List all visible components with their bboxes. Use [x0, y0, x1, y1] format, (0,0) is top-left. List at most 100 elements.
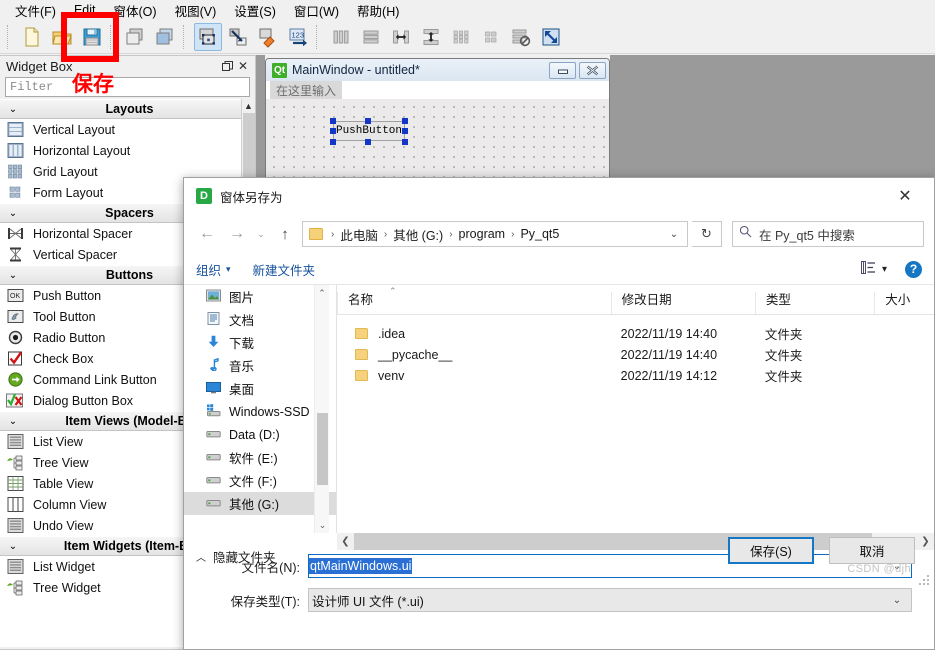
push-button-widget[interactable]: PushButton — [333, 121, 405, 141]
menu-item-help[interactable]: 帮助(H) — [348, 0, 408, 21]
resize-grip[interactable] — [919, 575, 930, 586]
hide-folders-toggle[interactable]: ︿ 隐藏文件夹 — [196, 547, 276, 566]
file-row[interactable]: __pycache__ 2022/11/19 14:40 文件夹 — [337, 344, 934, 365]
watermark: CSDN @djh — [847, 563, 911, 575]
resize-handle[interactable] — [365, 139, 371, 145]
view-options-button[interactable]: ▾ — [861, 261, 887, 277]
resize-handle[interactable] — [330, 118, 336, 124]
screen: 文件(F) Edit 窗体(O) 视图(V) 设置(S) 窗口(W) 帮助(H) — [0, 0, 935, 650]
desktop-background-left — [256, 55, 265, 183]
scrollbar-thumb[interactable] — [317, 413, 328, 485]
cancel-button[interactable]: 取消 — [829, 537, 915, 564]
organize-button[interactable]: 组织 — [196, 260, 221, 279]
widget-item-label: Vertical Spacer — [33, 247, 118, 262]
column-header-name[interactable]: 名称 — [337, 292, 611, 314]
layout-form-button[interactable] — [477, 23, 505, 51]
edit-widgets-button[interactable] — [194, 22, 222, 51]
column-header-size[interactable]: 大小 — [874, 292, 934, 314]
menu-item-settings[interactable]: 设置(S) — [225, 0, 285, 21]
close-button[interactable] — [579, 61, 606, 79]
float-icon[interactable] — [219, 58, 235, 74]
breadcrumb-pyqt5[interactable]: Py_qt5 — [518, 227, 561, 241]
organize-caret-icon[interactable]: ▾ — [226, 264, 231, 275]
main-window-titlebar: Qt MainWindow - untitled* — [266, 59, 609, 81]
breadcrumb-dropdown-icon[interactable]: ⌄ — [663, 229, 685, 240]
layout-splitter-h-button[interactable] — [387, 23, 415, 51]
view-list-icon — [861, 261, 876, 277]
edit-tab-order-button[interactable]: 123 — [284, 23, 312, 51]
refresh-button[interactable]: ↻ — [692, 221, 722, 247]
breadcrumb-drive[interactable]: 其他 (G:) — [391, 225, 445, 244]
chevron-down-icon: ⌄ — [8, 540, 18, 552]
save-button[interactable]: 保存(S) — [728, 537, 814, 564]
edit-buddies-button[interactable] — [254, 23, 282, 51]
resize-handle[interactable] — [402, 139, 408, 145]
resize-handle[interactable] — [402, 118, 408, 124]
undo-button[interactable] — [121, 23, 149, 51]
new-form-button[interactable] — [18, 23, 46, 51]
up-button[interactable]: ↑ — [272, 221, 298, 247]
file-modified: 2022/11/19 14:12 — [620, 368, 718, 383]
scroll-up-icon[interactable]: ▲ — [242, 99, 255, 113]
resize-handle[interactable] — [330, 128, 336, 134]
close-icon[interactable]: ✕ — [235, 58, 251, 74]
back-button[interactable]: ← — [194, 221, 220, 247]
widget-item-label: Column View — [33, 497, 107, 512]
column-header-type[interactable]: 类型 — [754, 292, 874, 314]
layout-grid-button[interactable] — [447, 23, 475, 51]
menu-item-view[interactable]: 视图(V) — [166, 0, 226, 21]
widget-filter-input[interactable]: Filter — [5, 77, 250, 97]
view-caret-icon[interactable]: ▾ — [882, 264, 887, 275]
resize-handle[interactable] — [365, 118, 371, 124]
menu-item-file[interactable]: 文件(F) — [6, 0, 65, 21]
widget-group-label: Layouts — [105, 102, 154, 116]
column-header-modified[interactable]: 修改日期 — [610, 292, 755, 314]
recent-locations-button[interactable]: ⌄ — [254, 221, 268, 247]
preview-menu-bar[interactable]: 在这里输入 — [266, 80, 609, 100]
breadcrumb-bar[interactable]: › 此电脑 › 其他 (G:) › program › Py_qt5 ⌄ — [302, 221, 688, 247]
file-row[interactable]: .idea 2022/11/19 14:40 文件夹 — [337, 323, 934, 344]
tree-item-label: 桌面 — [229, 383, 255, 397]
filetype-select[interactable]: 设计师 UI 文件 (*.ui) ⌄ — [308, 588, 912, 612]
dialog-button-box-icon — [6, 392, 25, 409]
resize-handle[interactable] — [402, 128, 408, 134]
pictures-icon — [206, 289, 221, 305]
toolbar-separator — [316, 24, 323, 49]
breadcrumb-program[interactable]: program — [457, 227, 508, 241]
horizontal-spacer-icon — [6, 225, 25, 242]
widget-item-label: Form Layout — [33, 185, 104, 200]
main-window-title: MainWindow - untitled* — [292, 63, 420, 77]
widget-item-label: Radio Button — [33, 330, 106, 345]
layout-vertically-button[interactable] — [357, 23, 385, 51]
file-row[interactable]: venv 2022/11/19 14:12 文件夹 — [337, 365, 934, 386]
breadcrumb-this-pc[interactable]: 此电脑 — [338, 225, 380, 244]
qt-logo-icon: Qt — [272, 62, 287, 78]
dialog-close-button[interactable]: ✕ — [884, 181, 926, 211]
adjust-size-button[interactable] — [537, 23, 565, 51]
search-placeholder: 在 Py_qt5 中搜索 — [759, 228, 855, 243]
menu-placeholder[interactable]: 在这里输入 — [270, 80, 343, 100]
filetype-dropdown-icon[interactable]: ⌄ — [885, 595, 909, 606]
tree-item-label: 文档 — [229, 314, 255, 328]
edit-signals-slots-button[interactable] — [224, 23, 252, 51]
layout-horizontally-button[interactable] — [327, 23, 355, 51]
forward-button[interactable]: → — [224, 221, 250, 247]
widget-group-layouts[interactable]: ⌄ Layouts — [0, 99, 255, 119]
tree-scrollbar[interactable]: ⌃ ⌄ — [314, 285, 329, 533]
widget-item-horizontal-layout[interactable]: Horizontal Layout — [0, 140, 255, 161]
help-button[interactable]: ? — [905, 260, 922, 278]
dialog-footer: ︿ 隐藏文件夹 保存(S) 取消 CSDN @djh — [184, 531, 934, 589]
resize-handle[interactable] — [330, 139, 336, 145]
widget-item-label: Tree Widget — [33, 580, 101, 595]
search-input[interactable]: 在 Py_qt5 中搜索 — [732, 221, 924, 247]
design-canvas[interactable]: PushButton — [266, 99, 609, 182]
menu-item-window[interactable]: 窗口(W) — [285, 0, 348, 21]
break-layout-button[interactable] — [507, 23, 535, 51]
layout-splitter-v-button[interactable] — [417, 23, 445, 51]
new-folder-button[interactable]: 新建文件夹 — [253, 260, 316, 279]
scroll-up-icon[interactable]: ⌃ — [315, 285, 329, 301]
widget-item-vertical-layout[interactable]: Vertical Layout — [0, 119, 255, 140]
redo-button[interactable] — [151, 23, 179, 51]
tree-view-icon — [6, 454, 25, 471]
minimize-button[interactable] — [549, 61, 576, 79]
